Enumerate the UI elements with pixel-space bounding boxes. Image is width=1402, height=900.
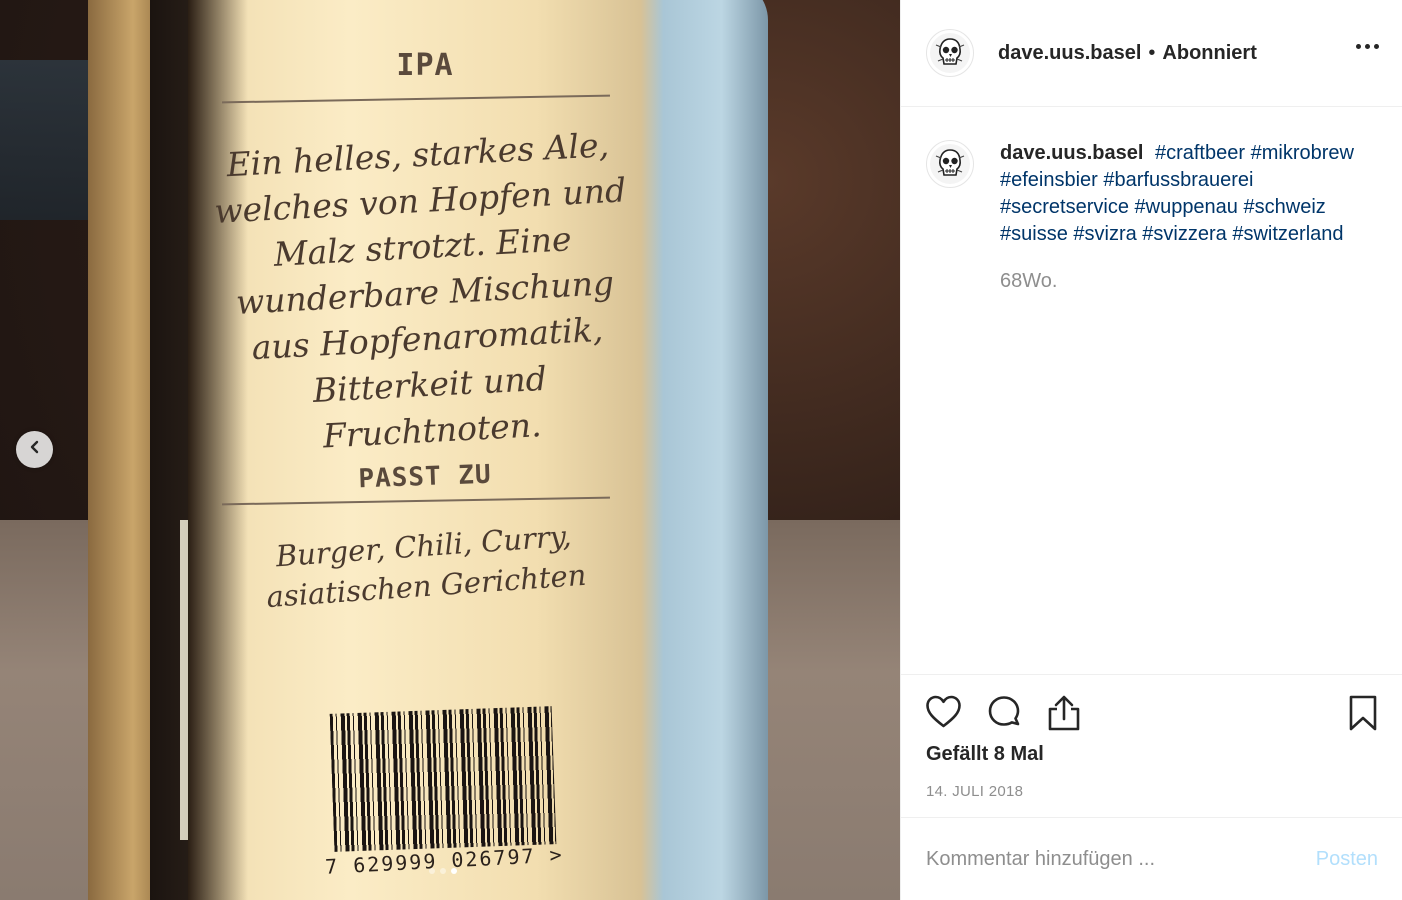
comment-input[interactable] (926, 847, 1316, 871)
hashtag-link[interactable]: #craftbeer (1155, 142, 1245, 164)
heart-icon[interactable] (925, 694, 962, 735)
header-name-row: dave.uus.basel • Abonniert (998, 42, 1257, 65)
caption-avatar[interactable] (926, 140, 974, 188)
avatar[interactable] (926, 29, 974, 77)
more-options-icon[interactable] (1356, 44, 1379, 49)
likes-count[interactable]: Gefällt 8 Mal (926, 743, 1044, 766)
caption-username-link[interactable]: dave.uus.basel (1000, 142, 1143, 164)
hashtag-link[interactable]: #mikrobrew (1251, 142, 1354, 164)
hashtag-link[interactable]: #efeinsbier (1000, 169, 1098, 191)
hashtag-link[interactable]: #switzerland (1232, 223, 1343, 245)
hashtag-link[interactable]: #secretservice (1000, 196, 1129, 218)
avatar-skull (930, 33, 970, 73)
hashtag-link[interactable]: #suisse (1000, 223, 1068, 245)
carousel-dot (440, 868, 446, 874)
carousel-prev-button[interactable] (16, 431, 53, 468)
more-dot (1374, 44, 1379, 49)
more-dot (1365, 44, 1370, 49)
carousel-dot (429, 868, 435, 874)
post-comment-button[interactable]: Posten (1316, 848, 1378, 871)
comment-form: Posten (901, 817, 1402, 900)
hashtag-link[interactable]: #svizra (1073, 223, 1136, 245)
caption-body: dave.uus.basel #craftbeer #mikrobrew #ef… (1000, 140, 1370, 295)
hashtag-link[interactable]: #svizzera (1142, 223, 1226, 245)
comment-icon[interactable] (986, 694, 1022, 735)
barcode (329, 706, 557, 852)
post-header: dave.uus.basel • Abonniert (901, 0, 1402, 107)
chevron-left-icon (27, 439, 43, 460)
hashtag-link[interactable]: #wuppenau (1135, 196, 1238, 218)
carousel-indicator (429, 868, 457, 874)
post-photo[interactable]: IPA Ein helles, starkes Ale, welches von… (0, 0, 900, 900)
separator-dot: • (1148, 41, 1156, 64)
more-dot (1356, 44, 1361, 49)
post-caption: dave.uus.basel #craftbeer #mikrobrew #ef… (926, 140, 1386, 295)
hashtag-link[interactable]: #schweiz (1244, 196, 1326, 218)
share-icon[interactable] (1046, 694, 1082, 737)
username-link[interactable]: dave.uus.basel (998, 42, 1141, 65)
post-time-ago[interactable]: 68Wo. (1000, 268, 1370, 295)
bookmark-icon[interactable] (1348, 694, 1378, 737)
caption-text: dave.uus.basel #craftbeer #mikrobrew #ef… (1000, 140, 1370, 248)
label-description: Ein helles, starkes Ale, welches von Hop… (213, 125, 627, 456)
post-date[interactable]: 14. JULI 2018 (926, 783, 1023, 800)
post-side-panel: dave.uus.basel • Abonniert dave.uus.base… (900, 0, 1402, 900)
label-title: IPA (396, 48, 454, 83)
avatar-skull (930, 144, 970, 184)
carousel-dot-active (451, 868, 457, 874)
action-bar (901, 674, 1402, 753)
hashtag-link[interactable]: #barfussbrauerei (1103, 169, 1253, 191)
follow-status-button[interactable]: Abonniert (1162, 42, 1256, 65)
